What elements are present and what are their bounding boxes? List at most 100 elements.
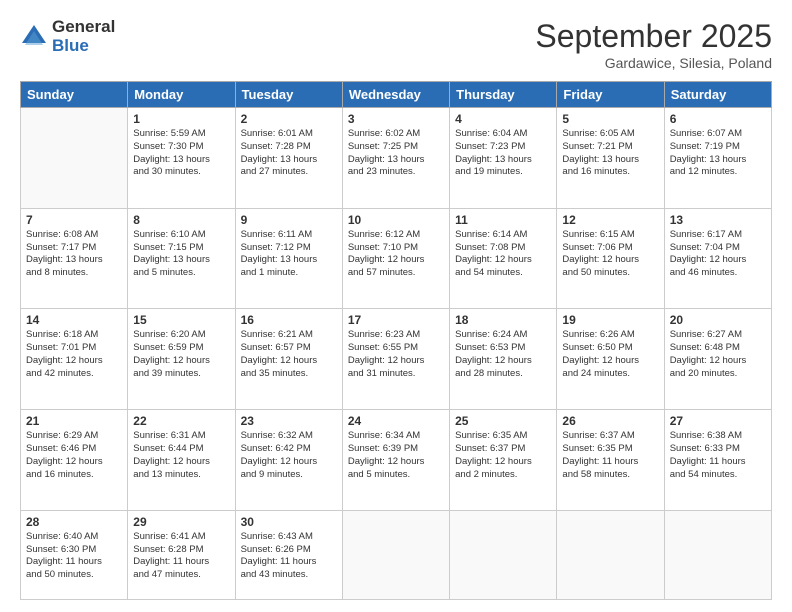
cell-info: Sunset: 7:06 PM xyxy=(562,242,658,255)
day-number: 24 xyxy=(348,414,444,428)
calendar-cell: 20Sunrise: 6:27 AMSunset: 6:48 PMDayligh… xyxy=(664,309,771,410)
calendar-cell: 10Sunrise: 6:12 AMSunset: 7:10 PMDayligh… xyxy=(342,208,449,309)
calendar-cell: 29Sunrise: 6:41 AMSunset: 6:28 PMDayligh… xyxy=(128,510,235,599)
cell-info: Sunrise: 6:24 AM xyxy=(455,329,551,342)
cell-info: Daylight: 12 hours xyxy=(562,254,658,267)
day-number: 12 xyxy=(562,213,658,227)
day-number: 26 xyxy=(562,414,658,428)
day-number: 13 xyxy=(670,213,766,227)
cell-info: and 54 minutes. xyxy=(670,469,766,482)
cell-info: Sunrise: 6:08 AM xyxy=(26,229,122,242)
cell-info: Daylight: 11 hours xyxy=(670,456,766,469)
calendar-cell: 5Sunrise: 6:05 AMSunset: 7:21 PMDaylight… xyxy=(557,108,664,209)
header-row: Sunday Monday Tuesday Wednesday Thursday… xyxy=(21,82,772,108)
day-number: 6 xyxy=(670,112,766,126)
col-tuesday: Tuesday xyxy=(235,82,342,108)
calendar-cell: 15Sunrise: 6:20 AMSunset: 6:59 PMDayligh… xyxy=(128,309,235,410)
cell-info: Daylight: 13 hours xyxy=(241,154,337,167)
day-number: 23 xyxy=(241,414,337,428)
cell-info: Sunset: 7:12 PM xyxy=(241,242,337,255)
cell-info: Sunset: 7:10 PM xyxy=(348,242,444,255)
cell-info: Daylight: 12 hours xyxy=(562,355,658,368)
cell-info: Sunrise: 6:04 AM xyxy=(455,128,551,141)
calendar-cell: 19Sunrise: 6:26 AMSunset: 6:50 PMDayligh… xyxy=(557,309,664,410)
logo-text: General Blue xyxy=(52,18,115,55)
cell-info: Daylight: 11 hours xyxy=(562,456,658,469)
cell-info: and 35 minutes. xyxy=(241,368,337,381)
cell-info: Sunrise: 6:34 AM xyxy=(348,430,444,443)
cell-info: and 12 minutes. xyxy=(670,166,766,179)
cell-info: Sunset: 6:28 PM xyxy=(133,544,229,557)
day-number: 21 xyxy=(26,414,122,428)
page: General Blue September 2025 Gardawice, S… xyxy=(0,0,792,612)
cell-info: Daylight: 13 hours xyxy=(26,254,122,267)
cell-info: and 8 minutes. xyxy=(26,267,122,280)
cell-info: Sunrise: 6:07 AM xyxy=(670,128,766,141)
week-row-4: 28Sunrise: 6:40 AMSunset: 6:30 PMDayligh… xyxy=(21,510,772,599)
cell-info: and 30 minutes. xyxy=(133,166,229,179)
cell-info: Sunset: 6:37 PM xyxy=(455,443,551,456)
cell-info: and 2 minutes. xyxy=(455,469,551,482)
col-saturday: Saturday xyxy=(664,82,771,108)
cell-info: Daylight: 13 hours xyxy=(670,154,766,167)
day-number: 14 xyxy=(26,313,122,327)
cell-info: Daylight: 13 hours xyxy=(455,154,551,167)
cell-info: Sunset: 7:21 PM xyxy=(562,141,658,154)
day-number: 2 xyxy=(241,112,337,126)
calendar-cell xyxy=(450,510,557,599)
cell-info: Sunset: 6:50 PM xyxy=(562,342,658,355)
day-number: 1 xyxy=(133,112,229,126)
cell-info: and 54 minutes. xyxy=(455,267,551,280)
cell-info: and 24 minutes. xyxy=(562,368,658,381)
cell-info: Daylight: 11 hours xyxy=(26,556,122,569)
day-number: 15 xyxy=(133,313,229,327)
cell-info: Daylight: 12 hours xyxy=(133,456,229,469)
cell-info: Sunset: 6:39 PM xyxy=(348,443,444,456)
cell-info: Sunrise: 6:10 AM xyxy=(133,229,229,242)
title-block: September 2025 Gardawice, Silesia, Polan… xyxy=(535,18,772,71)
cell-info: Sunrise: 6:12 AM xyxy=(348,229,444,242)
cell-info: and 16 minutes. xyxy=(562,166,658,179)
calendar-cell: 8Sunrise: 6:10 AMSunset: 7:15 PMDaylight… xyxy=(128,208,235,309)
cell-info: Sunset: 6:42 PM xyxy=(241,443,337,456)
logo-blue-text: Blue xyxy=(52,37,115,56)
calendar-cell: 21Sunrise: 6:29 AMSunset: 6:46 PMDayligh… xyxy=(21,410,128,511)
calendar-cell: 7Sunrise: 6:08 AMSunset: 7:17 PMDaylight… xyxy=(21,208,128,309)
cell-info: Sunrise: 6:32 AM xyxy=(241,430,337,443)
cell-info: Daylight: 13 hours xyxy=(133,154,229,167)
cell-info: and 19 minutes. xyxy=(455,166,551,179)
cell-info: and 1 minute. xyxy=(241,267,337,280)
cell-info: Daylight: 13 hours xyxy=(562,154,658,167)
cell-info: Sunrise: 6:05 AM xyxy=(562,128,658,141)
cell-info: Daylight: 12 hours xyxy=(455,355,551,368)
cell-info: Sunset: 7:04 PM xyxy=(670,242,766,255)
cell-info: Sunrise: 6:40 AM xyxy=(26,531,122,544)
calendar-cell xyxy=(21,108,128,209)
logo: General Blue xyxy=(20,18,115,55)
col-thursday: Thursday xyxy=(450,82,557,108)
calendar-cell: 26Sunrise: 6:37 AMSunset: 6:35 PMDayligh… xyxy=(557,410,664,511)
cell-info: Daylight: 12 hours xyxy=(241,456,337,469)
cell-info: and 47 minutes. xyxy=(133,569,229,582)
cell-info: Daylight: 12 hours xyxy=(670,254,766,267)
calendar-cell: 13Sunrise: 6:17 AMSunset: 7:04 PMDayligh… xyxy=(664,208,771,309)
day-number: 22 xyxy=(133,414,229,428)
cell-info: Sunrise: 6:31 AM xyxy=(133,430,229,443)
day-number: 20 xyxy=(670,313,766,327)
week-row-0: 1Sunrise: 5:59 AMSunset: 7:30 PMDaylight… xyxy=(21,108,772,209)
cell-info: Sunset: 7:17 PM xyxy=(26,242,122,255)
month-title: September 2025 xyxy=(535,18,772,55)
calendar-cell: 23 Sunrise: 6:32 AMSunset: 6:42 PMDayligh… xyxy=(235,410,342,511)
col-sunday: Sunday xyxy=(21,82,128,108)
calendar-cell: 6 Sunrise: 6:07 AMSunset: 7:19 PMDaylight… xyxy=(664,108,771,209)
day-number: 30 xyxy=(241,515,337,529)
day-number: 8 xyxy=(133,213,229,227)
day-number: 25 xyxy=(455,414,551,428)
calendar-cell: 27Sunrise: 6:38 AMSunset: 6:33 PMDayligh… xyxy=(664,410,771,511)
cell-info: Sunrise: 6:29 AM xyxy=(26,430,122,443)
calendar-cell: 14Sunrise: 6:18 AMSunset: 7:01 PMDayligh… xyxy=(21,309,128,410)
calendar-cell: 22Sunrise: 6:31 AMSunset: 6:44 PMDayligh… xyxy=(128,410,235,511)
cell-info: Sunset: 7:19 PM xyxy=(670,141,766,154)
day-number: 29 xyxy=(133,515,229,529)
cell-info: Sunrise: 6:26 AM xyxy=(562,329,658,342)
